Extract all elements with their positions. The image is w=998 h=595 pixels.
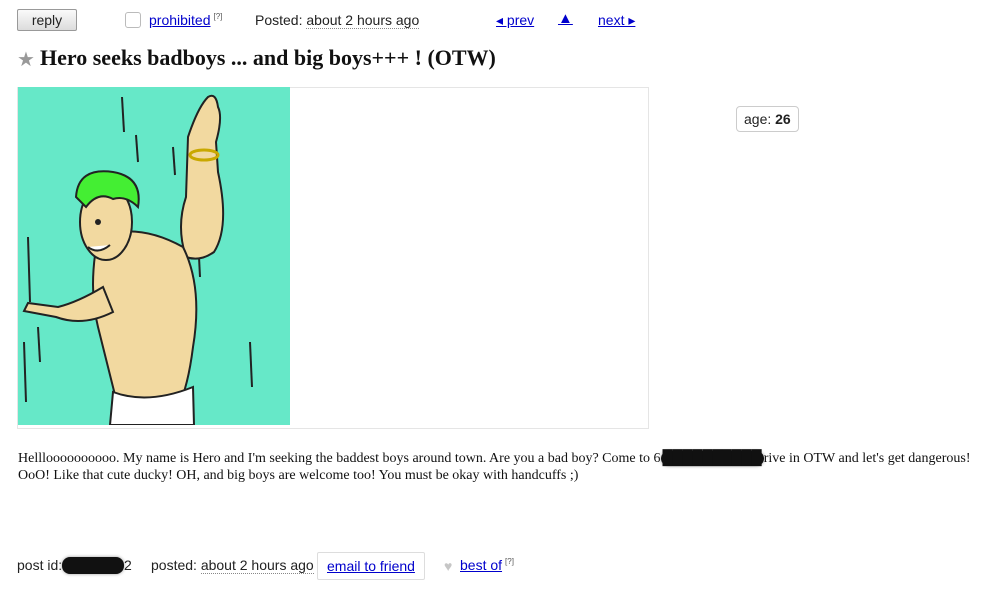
posted-label: Posted: <box>255 12 303 28</box>
posted-date: Posted: about 2 hours ago <box>255 12 420 29</box>
post-body: Hellloooooooooo. My name is Hero and I'm… <box>18 450 988 484</box>
prev-link[interactable]: ◂ prev <box>496 12 534 29</box>
footer-posted-label: posted: <box>151 557 197 573</box>
prohibited-link[interactable]: prohibited <box>149 12 211 28</box>
post-id-redacted <box>62 557 124 574</box>
redacted-address: ██████████ <box>660 451 764 466</box>
body-line-1-start: Hellloooooooooo. My name is Hero and I'm… <box>18 451 661 466</box>
post-image[interactable] <box>18 87 290 425</box>
prohibited-checkbox[interactable] <box>125 12 141 28</box>
next-link[interactable]: next ▸ <box>598 12 635 29</box>
age-value: 26 <box>775 111 791 127</box>
email-to-friend-button[interactable]: email to friend <box>317 552 425 580</box>
age-label: age: <box>744 111 772 127</box>
best-of-help-link[interactable]: [?] <box>505 557 514 566</box>
best-of-link[interactable]: best of <box>460 557 502 573</box>
best-of-flag: best of [?] <box>460 557 514 573</box>
email-to-friend-link[interactable]: email to friend <box>327 558 415 574</box>
reply-button[interactable]: reply <box>17 9 77 31</box>
footer-posted-date: posted: about 2 hours ago <box>151 557 314 574</box>
prohibited-flag: prohibited [?] <box>149 12 222 28</box>
prohibited-help-link[interactable]: [?] <box>214 12 223 21</box>
post-title: Hero seeks badboys ... and big boys+++ !… <box>40 45 496 70</box>
posted-time: about 2 hours ago <box>306 12 420 29</box>
age-attribute: age: 26 <box>736 106 799 132</box>
favorite-star-icon[interactable]: ★ <box>17 47 35 72</box>
body-line-2: OoO! Like that cute ducky! OH, and big b… <box>18 468 579 483</box>
post-id-label: post id: <box>17 557 63 573</box>
up-arrow-icon[interactable]: ▲ <box>558 10 573 27</box>
post-id-tail: 2 <box>124 557 132 573</box>
heart-icon[interactable]: ♥ <box>444 558 452 574</box>
body-line-1-end: rive in OTW and let's get dangerous! <box>763 451 971 466</box>
footer-posted-time: about 2 hours ago <box>200 557 314 574</box>
